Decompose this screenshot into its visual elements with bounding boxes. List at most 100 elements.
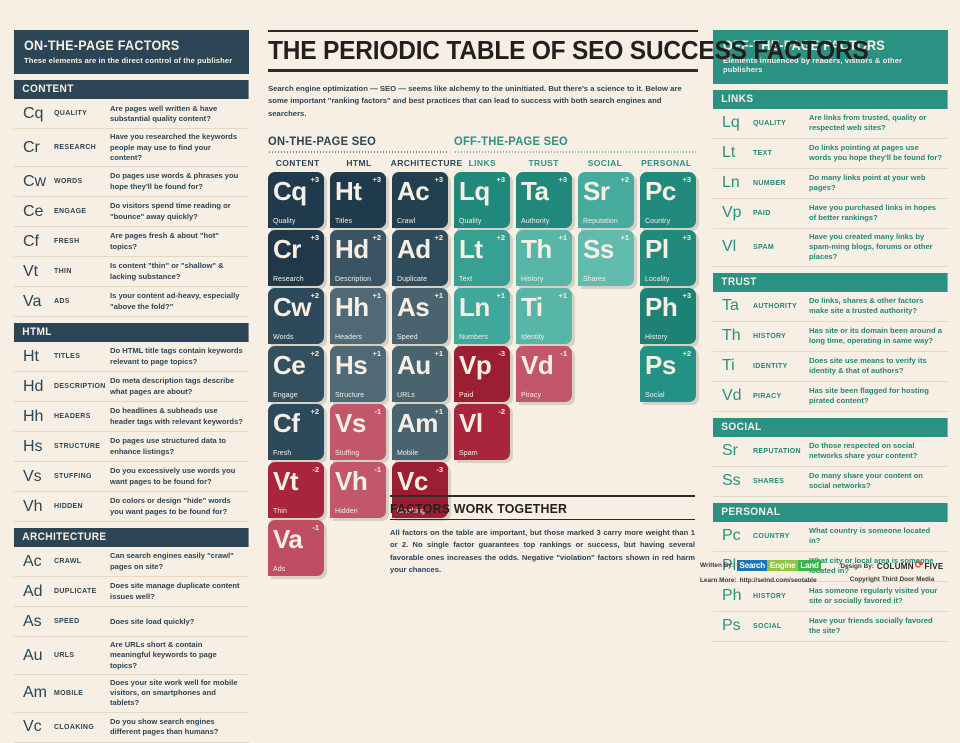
tile-label: Text <box>459 276 473 284</box>
element-tile-va[interactable]: -1 Va Ads <box>268 520 324 577</box>
element-tile-hh[interactable]: +1 Hh Headers <box>330 288 386 345</box>
factor-row[interactable]: Hh HEADERS Do headlines & subheads use hea… <box>14 402 249 433</box>
factor-description: Is your content ad-heavy, especially "ab… <box>110 291 240 311</box>
factor-row[interactable]: Ht TITLES Do HTML title tags contain keywo… <box>14 342 249 373</box>
element-tile-th[interactable]: +1 Th History <box>516 230 572 287</box>
tile-abbreviation: Ti <box>521 292 543 323</box>
element-tile-ph[interactable]: +3 Ph History <box>640 288 696 345</box>
element-tile-au[interactable]: +1 Au URLs <box>392 346 448 403</box>
factor-row[interactable]: Ad DUPLICATE Does site manage duplicate co… <box>14 577 249 608</box>
factor-row[interactable]: Vh HIDDEN Do colors or design "hide" words… <box>14 492 249 523</box>
element-tile-pc[interactable]: +3 Pc Country <box>640 172 696 229</box>
element-tile-ss[interactable]: +1 Ss Shares <box>578 230 634 287</box>
group-header-architecture: ARCHITECTURE <box>14 528 250 548</box>
factor-description: Do many links point at your web pages? <box>809 173 926 193</box>
element-tile-vs[interactable]: -1 Vs Stuffing <box>330 404 386 461</box>
search-engine-land-logo[interactable]: Search Engine Land <box>736 560 822 571</box>
factor-row[interactable]: Va ADS Is your content ad-heavy, especiall… <box>14 287 249 318</box>
element-tile-cf[interactable]: +2 Cf Fresh <box>268 404 324 461</box>
tile-label: Hidden <box>335 508 358 516</box>
factor-row[interactable]: Ac CRAWL Can search engines easily "crawl"… <box>14 547 249 578</box>
c5-arrow-icon: ⟳ <box>914 560 924 571</box>
factor-name: HISTORY <box>753 592 787 600</box>
factor-row[interactable]: Vl SPAM Have you created many links by spa… <box>713 229 948 267</box>
factor-row[interactable]: Hd DESCRIPTION Do meta description tags de… <box>14 372 249 403</box>
element-tile-ln[interactable]: +1 Ln Numbers <box>454 288 510 345</box>
element-tile-lq[interactable]: +3 Lq Quality <box>454 172 510 229</box>
factor-name: CLOAKING <box>54 723 95 731</box>
tile-weight: +1 <box>372 291 381 301</box>
tile-abbreviation: Ln <box>459 292 490 323</box>
tile-label: Thin <box>273 508 288 516</box>
element-tile-cq[interactable]: +3 Cq Quality <box>268 172 324 229</box>
factor-row[interactable]: Ta AUTHORITY Do links, shares & other fact… <box>713 292 948 322</box>
element-tile-sr[interactable]: +2 Sr Reputation <box>578 172 634 229</box>
factor-row[interactable]: Cf FRESH Are pages fresh & about "hot" top… <box>14 227 249 258</box>
factor-row[interactable]: Cq QUALITY Are pages well written & have s… <box>14 99 249 130</box>
factor-row[interactable]: Ti IDENTITY Does site use means to verify … <box>713 352 948 382</box>
element-tile-cw[interactable]: +2 Cw Words <box>268 288 324 345</box>
factor-row[interactable]: Ln NUMBER Do many links point at your web … <box>713 169 948 199</box>
tile-weight: +2 <box>372 233 381 243</box>
element-tile-ti[interactable]: +1 Ti Identity <box>516 288 572 345</box>
element-tile-ce[interactable]: +2 Ce Engage <box>268 346 324 403</box>
factor-symbol: Ht <box>23 347 39 365</box>
factor-row[interactable]: Lq QUALITY Are links from trusted, quality… <box>713 109 948 139</box>
element-tile-hs[interactable]: +1 Hs Structure <box>330 346 386 403</box>
factor-row[interactable]: Pc COUNTRY What country is someone located… <box>713 522 948 552</box>
element-tile-hd[interactable]: +2 Hd Description <box>330 230 386 287</box>
factor-row[interactable]: Au URLS Are URLs short & contain meaningfu… <box>14 637 249 675</box>
element-tile-vh[interactable]: -1 Vh Hidden <box>330 462 386 519</box>
element-tile-vp[interactable]: -3 Vp Paid <box>454 346 510 403</box>
factor-name: FRESH <box>54 238 80 246</box>
element-tile-as[interactable]: +1 As Speed <box>392 288 448 345</box>
factor-row[interactable]: Vd PIRACY Has site been flagged for hostin… <box>713 382 948 412</box>
factor-row[interactable]: Vt THIN Is content "thin" or "shallow" & l… <box>14 257 249 288</box>
factor-row[interactable]: Vc CLOAKING Do you show search engines dif… <box>14 713 249 743</box>
factor-row[interactable]: Vs STUFFING Do you excessively use words y… <box>14 462 249 493</box>
factor-row[interactable]: Vp PAID Have you purchased links in hopes … <box>713 199 948 229</box>
factor-row[interactable]: Ss SHARES Do many share your content on so… <box>713 467 948 497</box>
factor-row[interactable]: As SPEED Does site load quickly? <box>14 607 249 638</box>
on-page-sidebar-subtitle: These elements are in the direct control… <box>24 56 233 65</box>
element-tile-ta[interactable]: +3 Ta Authority <box>516 172 572 229</box>
factor-row[interactable]: Lt TEXT Do links pointing at pages use wor… <box>713 139 948 169</box>
factor-description: Are pages fresh & about "hot" topics? <box>110 231 219 251</box>
factor-row[interactable]: Sr REPUTATION Do those respected on social… <box>713 437 948 467</box>
factor-description: Do visitors spend time reading or "bounc… <box>110 201 231 221</box>
factor-name: CRAWL <box>54 558 82 566</box>
factor-symbol: Vd <box>722 387 742 405</box>
element-tile-vd[interactable]: -1 Vd Piracy <box>516 346 572 403</box>
learn-more-label: Learn More: <box>700 577 737 584</box>
tile-label: Stuffing <box>335 450 360 458</box>
factor-row[interactable]: Ce ENGAGE Do visitors spend time reading o… <box>14 197 249 228</box>
element-tile-vl[interactable]: -2 Vl Spam <box>454 404 510 461</box>
element-tile-am[interactable]: +1 Am Mobile <box>392 404 448 461</box>
factor-row[interactable]: Ph HISTORY Has someone regularly visited y… <box>713 582 948 612</box>
element-tile-ht[interactable]: +3 Ht Titles <box>330 172 386 229</box>
copyright-text: Copyright Third Door Media <box>849 576 935 583</box>
tile-abbreviation: Cq <box>273 176 307 207</box>
factor-row[interactable]: Ps SOCIAL Have your friends socially favor… <box>713 612 948 642</box>
factor-row[interactable]: Cw WORDS Do pages use words & phrases you … <box>14 167 249 198</box>
factor-name: ADS <box>54 298 70 306</box>
factor-row[interactable]: Th HISTORY Has site or its domain been aro… <box>713 322 948 352</box>
tile-abbreviation: Ta <box>521 176 549 207</box>
factor-description: Do you show search engines different pag… <box>110 716 219 737</box>
factor-row[interactable]: Cr RESEARCH Have you researched the keywor… <box>14 129 249 168</box>
column-five-logo[interactable]: COLUMN ⟳ FIVE <box>877 561 944 571</box>
element-tile-ac[interactable]: +3 Ac Crawl <box>392 172 448 229</box>
tile-weight: +3 <box>682 175 691 185</box>
element-tile-cr[interactable]: +3 Cr Research <box>268 230 324 287</box>
tile-weight: -2 <box>312 465 319 475</box>
credits-top-row: Written By: Search Engine Land Learn More:… <box>700 560 956 584</box>
factor-row[interactable]: Hs STRUCTURE Do pages use structured data … <box>14 432 249 463</box>
factor-row[interactable]: Am MOBILE Does your site work well for mob… <box>14 675 249 713</box>
element-tile-ad[interactable]: +2 Ad Duplicate <box>392 230 448 287</box>
group-header-content: CONTENT <box>14 80 250 100</box>
element-tile-vt[interactable]: -2 Vt Thin <box>268 462 324 519</box>
element-tile-lt[interactable]: +2 Lt Text <box>454 230 510 287</box>
learn-more-url[interactable]: http://selnd.com/seotable <box>740 577 817 584</box>
element-tile-pl[interactable]: +3 Pl Locality <box>640 230 696 287</box>
element-tile-ps[interactable]: +2 Ps Social <box>640 346 696 403</box>
